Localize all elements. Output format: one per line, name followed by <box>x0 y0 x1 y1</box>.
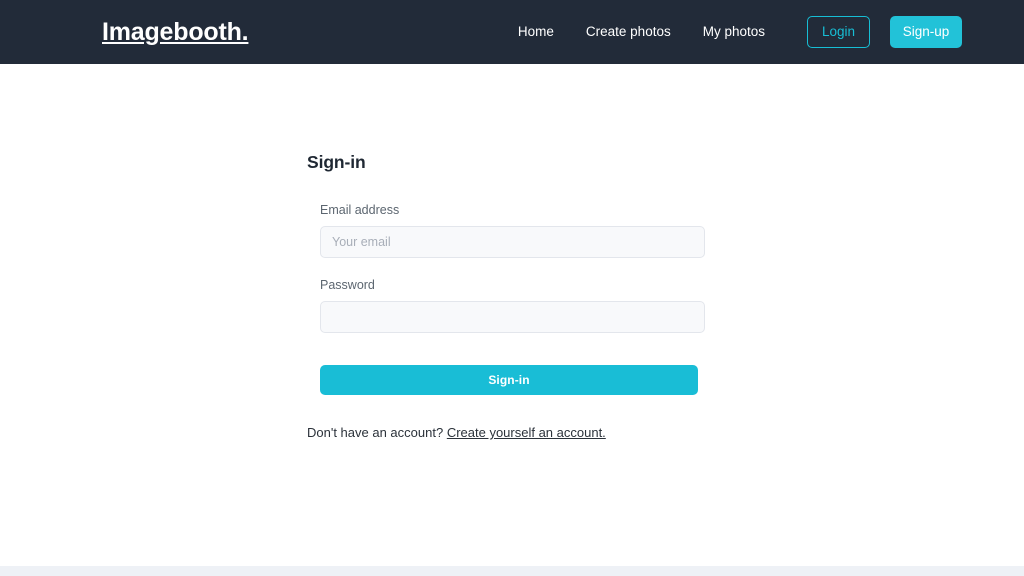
nav-links-group: Home Create photos My photos Login Sign-… <box>502 0 962 64</box>
page-title: Sign-in <box>307 152 366 172</box>
signup-prompt: Don't have an account? Create yourself a… <box>307 424 606 442</box>
signin-form: Sign-in Email address Password Sign-in D… <box>307 150 727 440</box>
nav-item-create-photos[interactable]: Create photos <box>570 23 687 41</box>
login-button[interactable]: Login <box>807 16 870 48</box>
footer-strip <box>0 566 1024 576</box>
email-input[interactable] <box>320 226 705 258</box>
signin-page: Imagebooth. Home Create photos My photos… <box>0 0 1024 576</box>
password-field-group: Password <box>320 277 705 333</box>
top-navbar: Imagebooth. Home Create photos My photos… <box>0 0 1024 64</box>
email-label: Email address <box>320 203 400 217</box>
password-label: Password <box>320 278 375 292</box>
signup-button[interactable]: Sign-up <box>890 16 962 48</box>
nav-item-home[interactable]: Home <box>502 23 570 41</box>
nav-item-my-photos[interactable]: My photos <box>687 23 781 41</box>
signup-prompt-text: Don't have an account? <box>307 425 447 440</box>
signin-submit-button[interactable]: Sign-in <box>320 365 698 395</box>
brand-logo[interactable]: Imagebooth. <box>102 18 249 46</box>
email-field-group: Email address <box>320 202 705 258</box>
password-input[interactable] <box>320 301 705 333</box>
create-account-link[interactable]: Create yourself an account. <box>447 425 606 440</box>
